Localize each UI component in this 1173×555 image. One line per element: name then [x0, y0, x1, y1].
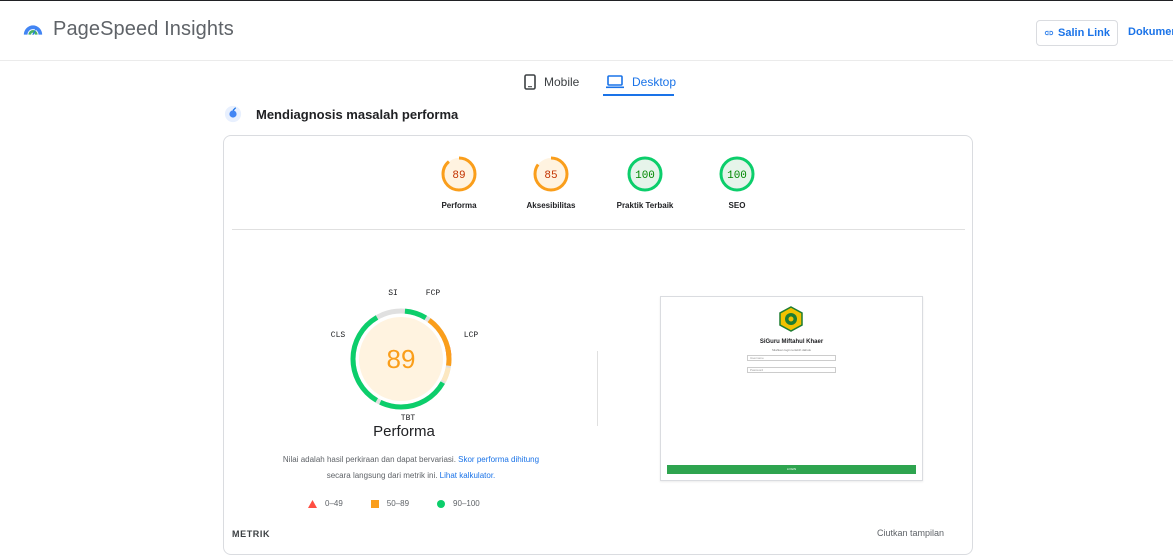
- diagnosis-heading: Mendiagnosis masalah performa: [224, 105, 458, 123]
- legend-item-average: 50–89: [370, 499, 410, 508]
- metric-label-fcp: FCP: [426, 289, 441, 298]
- card-divider: [232, 229, 965, 230]
- legend-range: 50–89: [386, 499, 410, 508]
- tab-desktop[interactable]: Desktop: [606, 68, 676, 96]
- svg-text:100: 100: [635, 170, 655, 182]
- preview-password-field: Password: [747, 367, 836, 373]
- section-divider: [597, 351, 598, 426]
- window-top-border: [0, 0, 1173, 1]
- tab-desktop-label: Desktop: [632, 75, 677, 89]
- legend-range: 0–49: [325, 499, 343, 508]
- preview-site-subtitle: Silahkan login terlebih dahulu: [771, 348, 812, 352]
- gauge-label: Performa: [441, 201, 477, 210]
- svg-text:85: 85: [544, 170, 557, 182]
- preview-site-title: SiGuru Miftahul Khaer: [759, 339, 824, 345]
- preview-username-field: Username: [747, 355, 836, 361]
- pagespeed-logo-icon: [23, 24, 43, 35]
- preview-login-button: LOGIN: [667, 465, 916, 474]
- tab-mobile-label: Mobile: [544, 75, 580, 89]
- score-calculation-link[interactable]: Skor performa dihitung: [458, 455, 539, 464]
- gauge-label: Praktik Terbaik: [616, 201, 674, 210]
- legend-item-fail: 0–49: [308, 499, 343, 508]
- legend-range: 90–100: [453, 499, 480, 508]
- gauge-label: Aksesibilitas: [526, 201, 576, 210]
- link-icon: [1044, 30, 1054, 36]
- copy-link-button[interactable]: Salin Link: [1036, 20, 1118, 46]
- circle-icon: [437, 499, 446, 508]
- gauge-ring: 100: [627, 156, 663, 192]
- report-card: 89 Performa 85 Aksesibilitas 100 Praktik…: [223, 135, 973, 555]
- legend-item-pass: 90–100: [437, 499, 480, 508]
- metric-label-si: SI: [388, 289, 398, 298]
- note-text: Nilai adalah hasil perkiraan dan dapat b…: [282, 455, 459, 464]
- gauge-label: SEO: [728, 201, 746, 210]
- app-name: PageSpeed Insights: [53, 18, 234, 40]
- brand[interactable]: PageSpeed Insights: [22, 18, 234, 41]
- note-text-2: secara langsung dari metrik ini.: [326, 471, 440, 480]
- metric-label-tbt: TBT: [401, 414, 416, 423]
- metric-label-cls: CLS: [331, 331, 346, 340]
- svg-text:100: 100: [727, 170, 747, 182]
- gauge-praktik-terbaik[interactable]: 100 Praktik Terbaik: [600, 154, 690, 210]
- gauge-ring: 100: [719, 156, 755, 192]
- performance-caption: Performa: [373, 423, 435, 440]
- collapse-view-toggle[interactable]: Ciutkan tampilan: [877, 528, 944, 538]
- laptop-icon: [606, 75, 624, 89]
- active-tab-indicator: [603, 94, 674, 96]
- gauge-ring: 89: [441, 156, 477, 192]
- metric-label-lcp: LCP: [464, 331, 479, 340]
- copy-link-label: Salin Link: [1058, 27, 1110, 39]
- metrics-heading: METRIK: [232, 529, 271, 539]
- page-screenshot-preview: SiGuru Miftahul Khaer Silahkan login ter…: [660, 296, 923, 481]
- tab-mobile[interactable]: Mobile: [524, 68, 579, 96]
- score-note: Nilai adalah hasil perkiraan dan dapat b…: [241, 452, 581, 484]
- gauge-seo[interactable]: 100 SEO: [692, 154, 782, 210]
- square-icon: [370, 499, 379, 508]
- smartphone-icon: [524, 74, 536, 90]
- triangle-icon: [308, 499, 317, 508]
- lighthouse-icon: [224, 105, 242, 123]
- performance-gauge: 89 SI FCP LCP TBT CLS: [331, 289, 479, 423]
- diagnosis-title: Mendiagnosis masalah performa: [256, 106, 459, 122]
- school-emblem-icon: [779, 306, 803, 332]
- gauge-performa[interactable]: 89 Performa: [414, 154, 504, 210]
- gauge-ring: 85: [533, 156, 569, 192]
- performance-score: 89: [387, 344, 416, 374]
- calculator-link[interactable]: Lihat kalkulator.: [440, 471, 496, 480]
- docs-link[interactable]: Dokumentasi: [1128, 26, 1173, 38]
- svg-text:89: 89: [452, 170, 465, 182]
- score-legend: 0–49 50–89 90–100: [308, 499, 508, 508]
- header-divider: [0, 60, 1173, 61]
- gauge-aksesibilitas[interactable]: 85 Aksesibilitas: [506, 154, 596, 210]
